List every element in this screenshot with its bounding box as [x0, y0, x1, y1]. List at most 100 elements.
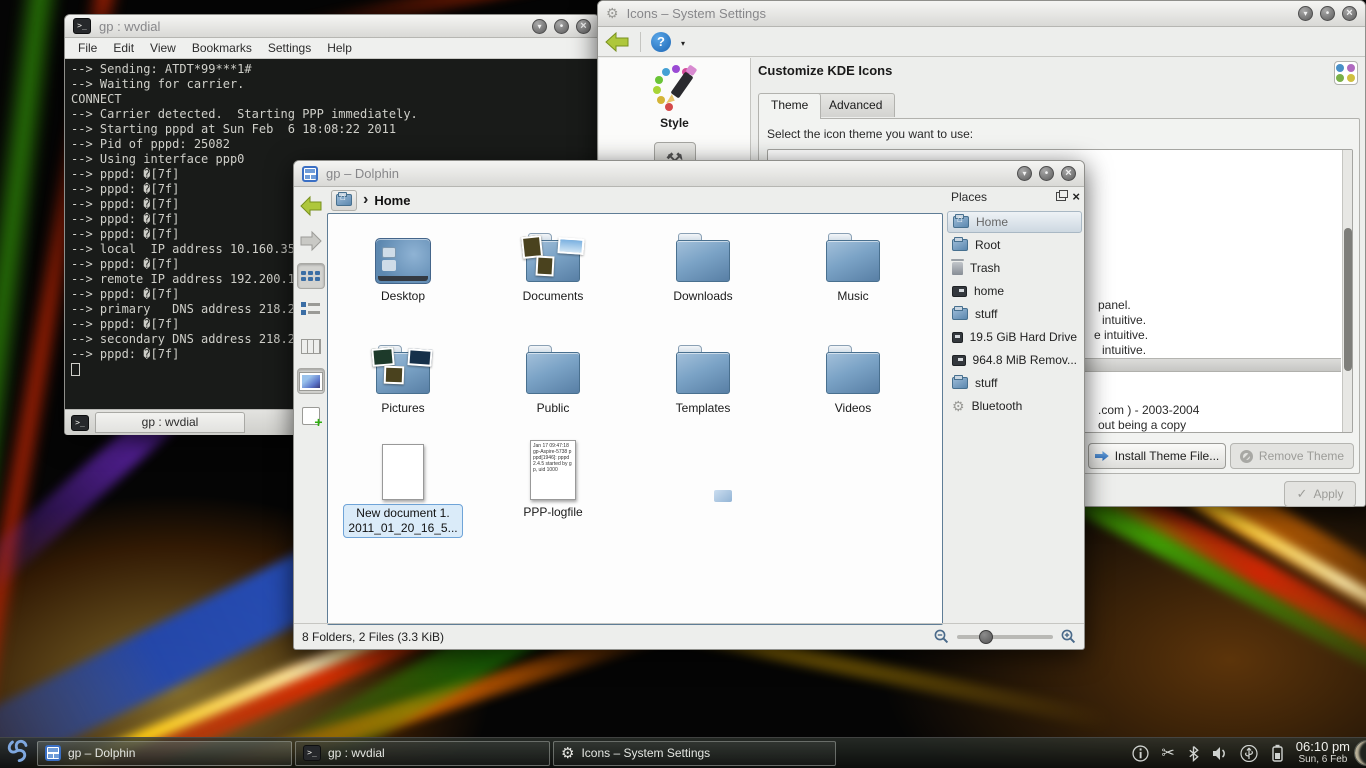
- konsole-titlebar[interactable]: gp : wvdial: [65, 15, 599, 38]
- places-item-hard-drive[interactable]: 19.5 GiB Hard Drive: [947, 326, 1082, 348]
- konsole-tab[interactable]: gp : wvdial: [95, 412, 245, 433]
- columns-view-button[interactable]: [297, 333, 325, 359]
- back-button[interactable]: [297, 193, 325, 219]
- info-icon[interactable]: [1132, 745, 1149, 762]
- install-theme-button[interactable]: Install Theme File...: [1088, 443, 1226, 469]
- overview-icon[interactable]: [1334, 61, 1358, 85]
- volume-icon[interactable]: [1212, 746, 1228, 761]
- folder-item-public[interactable]: Public: [478, 336, 628, 415]
- konsole-menubar: File Edit View Bookmarks Settings Help: [65, 38, 599, 59]
- close-panel-icon[interactable]: [1072, 189, 1080, 204]
- usb-device-icon[interactable]: [1240, 745, 1258, 762]
- chevron-down-icon[interactable]: [681, 33, 685, 51]
- minimize-button[interactable]: [1298, 6, 1313, 21]
- scrollbar-thumb[interactable]: [1344, 228, 1352, 371]
- maximize-button[interactable]: [554, 19, 569, 34]
- menu-view[interactable]: View: [143, 40, 183, 56]
- plasma-cashew-icon[interactable]: [1354, 740, 1366, 766]
- text-preview-icon: Jan 17 09:47:18 gp-Aspire-5738 pppd[1946…: [530, 440, 576, 500]
- breadcrumb-home-button[interactable]: [331, 190, 357, 211]
- menu-bookmarks[interactable]: Bookmarks: [185, 40, 259, 56]
- details-view-button[interactable]: [297, 298, 325, 324]
- folder-item-downloads[interactable]: Downloads: [628, 224, 778, 303]
- tab-advanced[interactable]: Advanced: [816, 93, 895, 117]
- places-item-stuff[interactable]: stuff: [947, 303, 1082, 325]
- system-tray: [1132, 743, 1291, 763]
- help-icon[interactable]: [651, 32, 671, 52]
- zoom-out-icon[interactable]: [934, 629, 949, 644]
- minimize-button[interactable]: [1017, 166, 1032, 181]
- folder-item-templates[interactable]: Templates: [628, 336, 778, 415]
- menu-help[interactable]: Help: [320, 40, 359, 56]
- preview-button[interactable]: [297, 368, 325, 394]
- menu-edit[interactable]: Edit: [106, 40, 141, 56]
- places-item-stuff2[interactable]: stuff: [947, 372, 1082, 394]
- dolphin-icon: [45, 745, 61, 761]
- places-panel: Places Home Root Trash home: [947, 187, 1084, 623]
- terminal-icon: [73, 18, 91, 34]
- menu-settings[interactable]: Settings: [261, 40, 318, 56]
- file-item-new-document[interactable]: New document 1.2011_01_20_16_5...: [328, 438, 478, 538]
- icons-view-icon: [301, 271, 320, 281]
- close-button[interactable]: [576, 19, 591, 34]
- zoom-slider[interactable]: [957, 635, 1053, 639]
- minimize-button[interactable]: [532, 19, 547, 34]
- terminal-line: --> Waiting for carrier.: [71, 77, 593, 92]
- places-item-home-partition[interactable]: home: [947, 280, 1082, 302]
- folder-item-videos[interactable]: Videos: [778, 336, 928, 415]
- places-item-trash[interactable]: Trash: [947, 257, 1082, 279]
- terminal-icon: [303, 745, 321, 761]
- close-button[interactable]: [1342, 6, 1357, 21]
- dolphin-titlebar[interactable]: gp – Dolphin: [294, 161, 1084, 187]
- clock-time: 06:10 pm: [1296, 740, 1350, 753]
- clock[interactable]: 06:10 pm Sun, 6 Feb: [1292, 740, 1354, 766]
- dolphin-window: gp – Dolphin: [293, 160, 1085, 650]
- folder-icon: [676, 352, 730, 394]
- columns-view-icon: [301, 339, 321, 354]
- tab-theme[interactable]: Theme: [758, 93, 821, 119]
- folder-item-desktop[interactable]: Desktop: [328, 224, 478, 303]
- home-folder-icon: [953, 216, 969, 228]
- places-item-bluetooth[interactable]: Bluetooth: [947, 395, 1082, 417]
- klipper-scissors-icon[interactable]: [1161, 743, 1174, 763]
- new-tab-button[interactable]: [71, 415, 89, 431]
- folder-item-music[interactable]: Music: [778, 224, 928, 303]
- remove-theme-button[interactable]: Remove Theme: [1230, 443, 1354, 469]
- terminal-line: --> Starting pppd at Sun Feb 6 18:08:22 …: [71, 122, 593, 137]
- places-item-home[interactable]: Home: [947, 211, 1082, 233]
- task-system-settings[interactable]: Icons – System Settings: [553, 741, 836, 766]
- menu-file[interactable]: File: [71, 40, 104, 56]
- maximize-button[interactable]: [1320, 6, 1335, 21]
- zoom-slider-handle[interactable]: [979, 630, 993, 644]
- split-view-icon: [302, 407, 320, 425]
- split-view-button[interactable]: [297, 403, 325, 429]
- maximize-button[interactable]: [1039, 166, 1054, 181]
- folder-icon: [826, 352, 880, 394]
- folder-item-documents[interactable]: Documents: [478, 224, 628, 303]
- gear-icon: [561, 744, 574, 762]
- sidebar-item-style[interactable]: Style: [599, 58, 750, 130]
- settings-titlebar[interactable]: Icons – System Settings: [598, 1, 1365, 27]
- forward-button[interactable]: [297, 228, 325, 254]
- places-item-root[interactable]: Root: [947, 234, 1082, 256]
- bluetooth-icon[interactable]: [1187, 745, 1200, 762]
- file-item-ppp-logfile[interactable]: Jan 17 09:47:18 gp-Aspire-5738 pppd[1946…: [478, 438, 628, 519]
- places-item-removable[interactable]: 964.8 MiB Remov...: [947, 349, 1082, 371]
- scrollbar[interactable]: [1342, 150, 1352, 432]
- task-dolphin[interactable]: gp – Dolphin: [37, 741, 292, 766]
- start-swirl-icon: [4, 737, 31, 764]
- detach-panel-icon[interactable]: [1056, 192, 1066, 201]
- close-button[interactable]: [1061, 166, 1076, 181]
- preview-icon: [300, 373, 322, 390]
- battery-icon[interactable]: [1270, 744, 1284, 762]
- icons-view-button[interactable]: [297, 263, 325, 289]
- back-arrow-icon[interactable]: [604, 31, 630, 53]
- dolphin-file-view[interactable]: Desktop Documents Downloads Music: [327, 213, 943, 625]
- folder-item-pictures[interactable]: Pictures: [328, 336, 478, 415]
- task-konsole[interactable]: gp : wvdial: [295, 741, 550, 766]
- apply-button[interactable]: Apply: [1284, 481, 1356, 507]
- start-menu-button[interactable]: [4, 737, 31, 768]
- terminal-line: --> Sending: ATDT*99***1#: [71, 62, 593, 77]
- breadcrumb-home[interactable]: Home: [374, 193, 410, 208]
- zoom-in-icon[interactable]: [1061, 629, 1076, 644]
